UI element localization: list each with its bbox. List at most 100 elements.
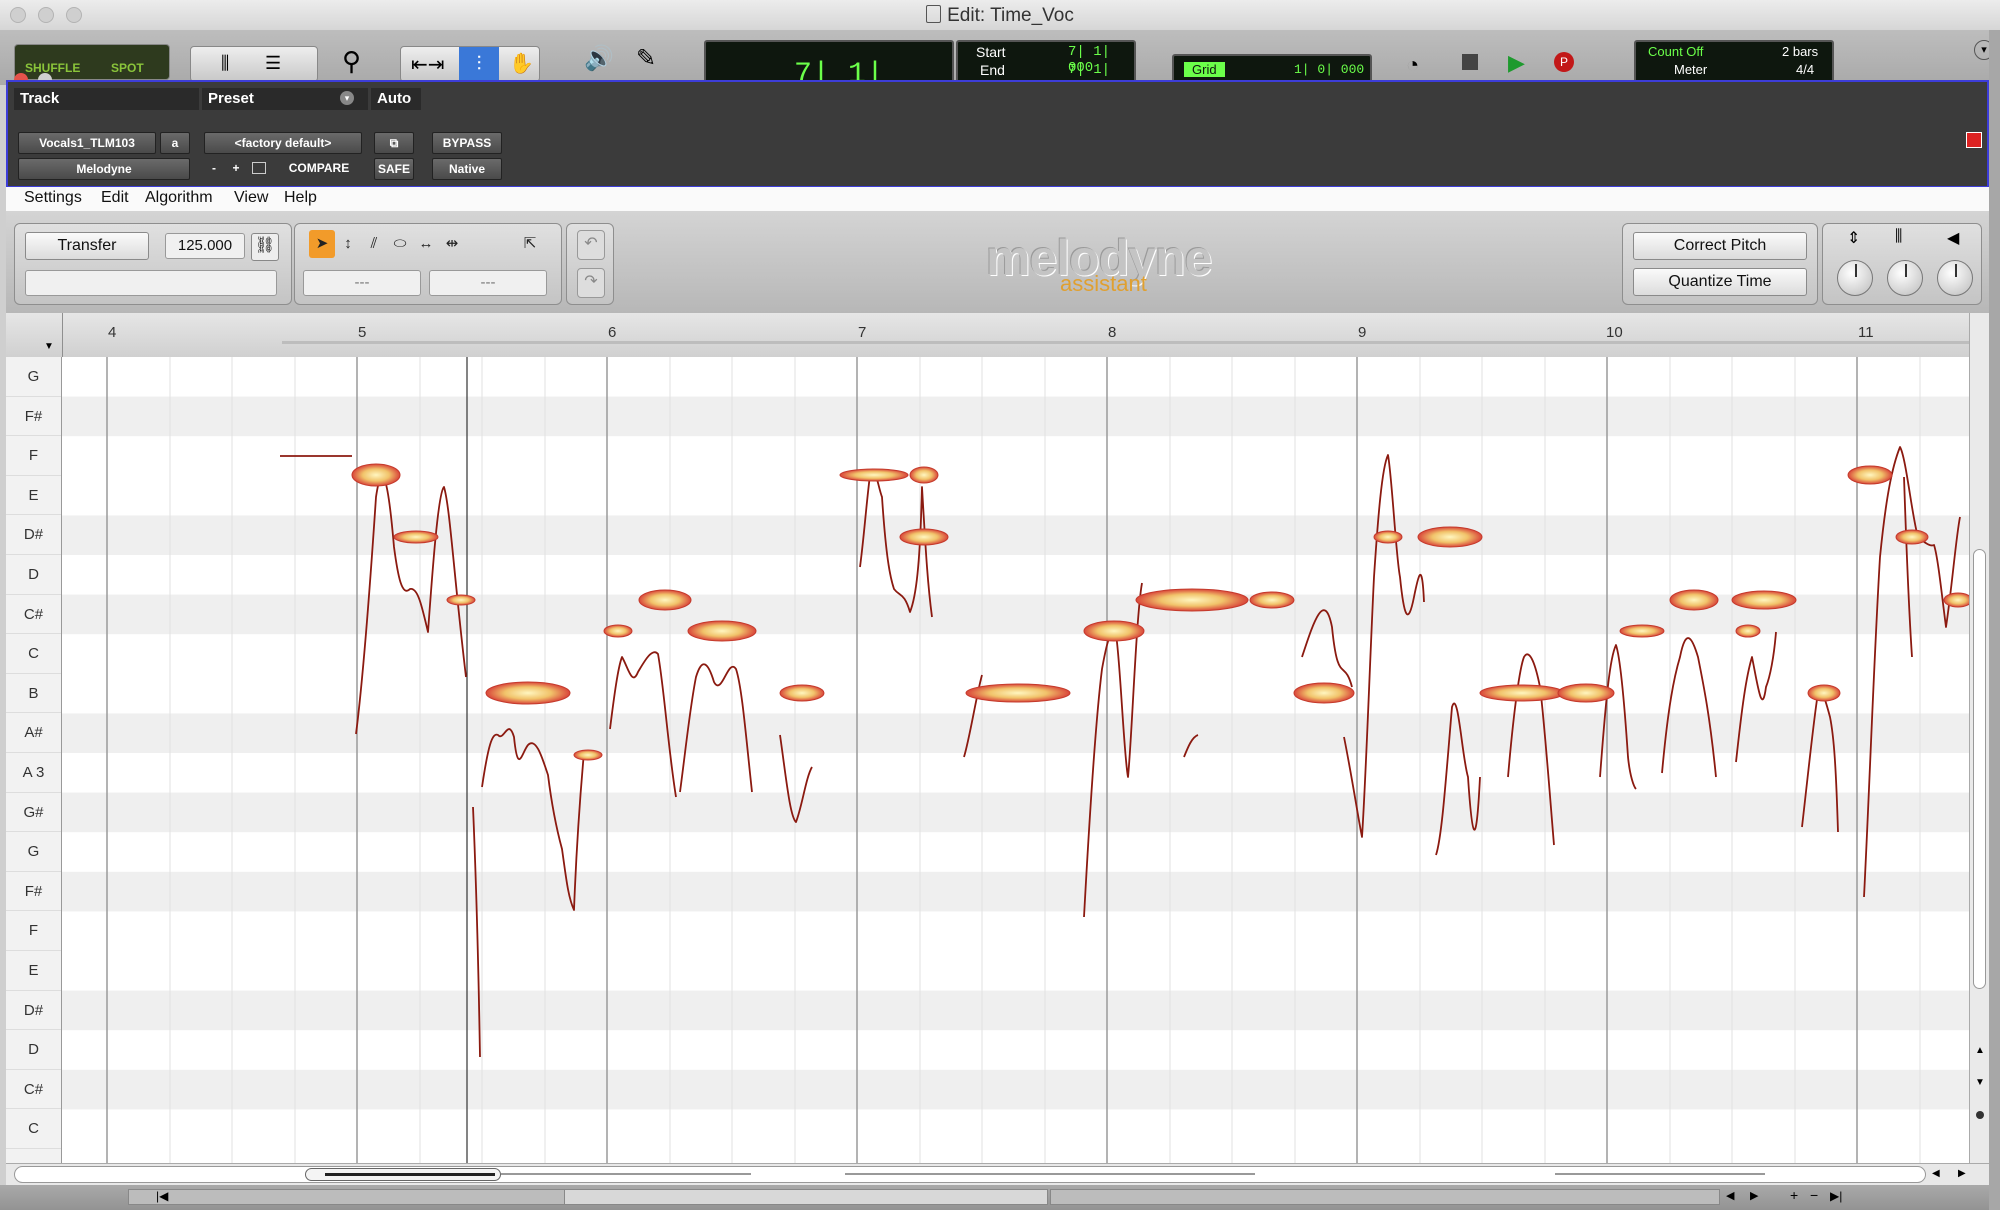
count-off-panel[interactable]: Count Off 2 bars Meter 4/4 [1634, 40, 1834, 84]
key-label: D [6, 1030, 61, 1070]
transfer-button[interactable]: Transfer [25, 232, 149, 260]
key-label: F [6, 911, 61, 951]
scroll-up-icon[interactable]: ▲ [1975, 1045, 1985, 1056]
modulation-tool-icon[interactable]: ⫽ [361, 230, 387, 258]
time-field[interactable]: --- [429, 270, 547, 296]
ruler-menu-icon[interactable]: ▼ [44, 341, 54, 352]
note-blob [1669, 589, 1719, 611]
volume-knob[interactable] [1937, 260, 1973, 296]
nudge-right-icon[interactable]: ▶ [1750, 1189, 1758, 1202]
channel-selector[interactable]: a [160, 132, 190, 154]
trim-tool-icon[interactable]: ⇤⇥ [411, 52, 445, 77]
note-editor-canvas[interactable] [62, 357, 1969, 1163]
selector-tool-icon[interactable]: ⫶ [459, 47, 499, 81]
separation-tool-icon[interactable]: ⇹ [439, 230, 465, 258]
bar-label: 9 [1358, 324, 1367, 341]
transfer-panel: Transfer 125.000 ⛓ [14, 223, 292, 305]
pitch-knob[interactable] [1837, 260, 1873, 296]
menu-edit[interactable]: Edit [101, 189, 129, 207]
note-blob [1895, 529, 1929, 545]
automation-button[interactable]: ⧉ [374, 132, 414, 154]
tempo-field[interactable]: 125.000 [165, 233, 245, 259]
vertical-scrollbar[interactable]: ▲ ▼ [1969, 313, 1990, 1163]
tempo-link-icon[interactable]: ⛓ [251, 233, 279, 261]
record-icon[interactable]: P [1554, 52, 1574, 72]
preset-prev-button[interactable]: - [204, 158, 224, 180]
amplitude-tool-icon[interactable]: ⬭ [387, 230, 413, 258]
note-blob [638, 589, 692, 611]
grabber-tool-icon[interactable]: ✋ [509, 51, 534, 76]
menu-bar: Settings Edit Algorithm View Help [6, 187, 1989, 212]
window-title: Edit: Time_Voc [0, 5, 2000, 27]
scroll-down-icon[interactable]: ▼ [1975, 1077, 1985, 1088]
zoom-in-icon[interactable]: + [1790, 1187, 1798, 1203]
zoom-presets[interactable]: ⫼ ☰ [190, 46, 318, 82]
spot-button[interactable]: SPOT [111, 61, 144, 75]
time-tool-icon[interactable]: ↔ [413, 230, 439, 258]
note-blob [1373, 530, 1403, 544]
quantize-time-button[interactable]: Quantize Time [1633, 268, 1807, 296]
bypass-button[interactable]: BYPASS [432, 132, 502, 154]
waveform-zoom-icon[interactable]: ⫼ [221, 53, 229, 74]
pitch-field[interactable]: --- [303, 270, 421, 296]
track-height-icon[interactable]: ☰ [265, 53, 281, 74]
note-blob [909, 466, 939, 484]
preset-next-button[interactable]: + [226, 158, 246, 180]
menu-settings[interactable]: Settings [24, 189, 82, 207]
nudge-left-icon[interactable]: ◀ [1726, 1189, 1734, 1202]
overview-wave [501, 1173, 751, 1175]
horizontal-scrollbar[interactable]: ◀ ▶ [6, 1163, 1989, 1186]
formant-knob[interactable] [1887, 260, 1923, 296]
correct-pitch-button[interactable]: Correct Pitch [1633, 232, 1807, 260]
track-selector[interactable]: Vocals1_TLM103 [18, 132, 156, 154]
copy-settings-icon[interactable] [252, 162, 266, 174]
note-editor[interactable] [62, 357, 1969, 1163]
undo-icon[interactable]: ↶ [577, 230, 605, 260]
compare-button[interactable]: COMPARE [276, 158, 362, 180]
pitch-tool-icon[interactable]: ↕ [335, 230, 361, 258]
menu-algorithm[interactable]: Algorithm [145, 189, 213, 207]
target-icon[interactable] [1966, 132, 1982, 148]
note-blob [1735, 624, 1761, 638]
note-blob [965, 683, 1071, 703]
preset-menu-icon[interactable]: ▾ [340, 91, 354, 105]
track-scroll-thumb[interactable] [564, 1189, 1048, 1205]
overview-strip[interactable] [14, 1166, 1926, 1183]
go-to-end-icon[interactable]: ▶| [1830, 1189, 1842, 1203]
key-label: C# [6, 1070, 61, 1110]
zoom-tool-icon[interactable]: ⚲ [342, 46, 361, 77]
play-icon[interactable]: ▶ [1508, 50, 1525, 76]
note-blob [1417, 526, 1483, 548]
key-label: D# [6, 991, 61, 1031]
key-label: G [6, 832, 61, 872]
main-tool-icon[interactable]: ➤ [309, 230, 335, 258]
bar-label: 4 [108, 324, 117, 341]
main-counter[interactable]: 7| 1| 000 [704, 40, 954, 126]
volume-knob-icon: ◀ [1947, 230, 1960, 247]
scroll-tool-icon[interactable]: ⇱ [517, 230, 543, 258]
insert-selector[interactable]: Melodyne [18, 158, 190, 180]
menu-view[interactable]: View [234, 189, 268, 207]
safe-button[interactable]: SAFE [374, 158, 414, 180]
scrubber-tool-icon[interactable]: 🔊 [584, 44, 614, 73]
shuffle-button[interactable]: SHUFFLE [25, 61, 80, 75]
pitch-keyboard[interactable]: G F# F E D# D C# C B A# A 3 G# G F# F E … [6, 357, 62, 1163]
plugin-header: Track Preset ▾ Auto Vocals1_TLM103 a Mel… [6, 80, 1989, 188]
scroll-left-icon[interactable]: ◀ [1932, 1168, 1940, 1179]
key-label: G# [6, 793, 61, 833]
preset-selector[interactable]: <factory default> [204, 132, 362, 154]
redo-icon[interactable]: ↷ [577, 268, 605, 298]
loop-icon[interactable]: ◔ [1406, 52, 1419, 78]
zoom-out-icon[interactable]: − [1810, 1187, 1818, 1203]
zoom-slider-icon[interactable] [1976, 1111, 1984, 1119]
go-to-start-icon[interactable]: |◀ [156, 1189, 168, 1203]
key-label: B [6, 674, 61, 714]
menu-help[interactable]: Help [284, 189, 317, 207]
timeline-scroll[interactable] [1050, 1189, 1720, 1205]
stop-icon[interactable] [1462, 54, 1478, 70]
note-blob [779, 684, 825, 702]
pencil-tool-icon[interactable]: ✎ [636, 44, 656, 73]
vertical-scroll-thumb[interactable] [1973, 549, 1986, 989]
scroll-right-icon[interactable]: ▶ [1958, 1168, 1966, 1179]
timeline-ruler[interactable]: ▼ 4 5 6 7 8 9 10 11 [6, 313, 1972, 358]
